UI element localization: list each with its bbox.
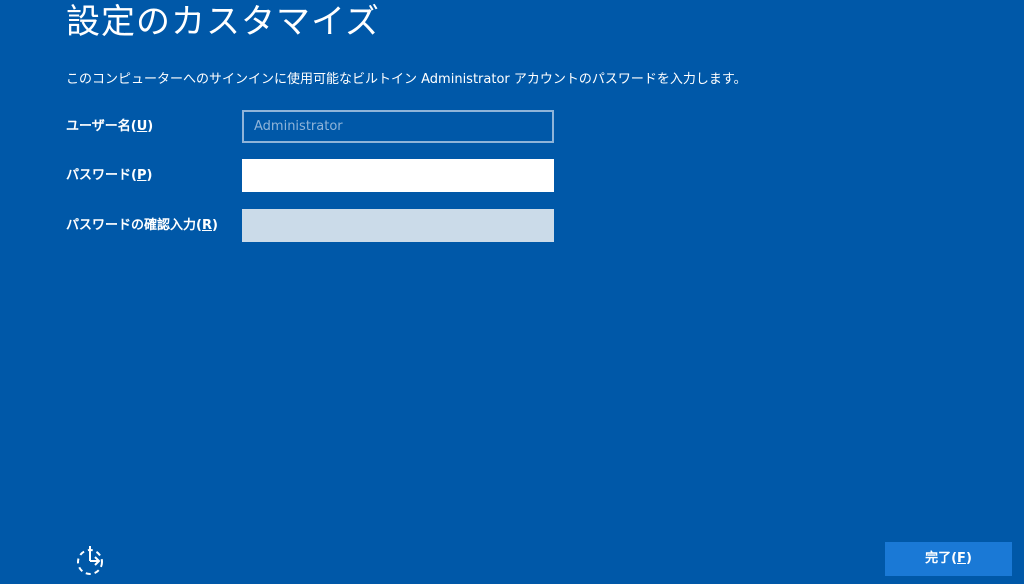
confirm-password-label: パスワードの確認入力(R) [66, 217, 218, 235]
finish-label: 完了( [925, 551, 958, 566]
username-field [242, 110, 554, 143]
password-field[interactable] [242, 159, 554, 192]
username-label: ユーザー名(U) [66, 118, 153, 136]
finish-accesskey: F [957, 551, 966, 566]
oobe-screen: 設定のカスタマイズ このコンピューターへのサインインに使用可能なビルトイン Ad… [0, 0, 1024, 584]
page-description: このコンピューターへのサインインに使用可能なビルトイン Administrato… [66, 72, 747, 87]
confirm-password-field[interactable] [242, 209, 554, 242]
finish-label-end: ) [965, 551, 972, 566]
username-label-end: ) [147, 119, 154, 134]
confirm-password-accesskey: R [201, 218, 212, 233]
confirm-password-label-text: パスワードの確認入力( [66, 218, 202, 233]
ease-of-access-icon-svg [77, 546, 103, 575]
ease-of-access-icon[interactable] [74, 542, 110, 578]
confirm-password-label-end: ) [211, 218, 218, 233]
username-label-text: ユーザー名( [66, 119, 137, 134]
finish-button[interactable]: 完了(F) [885, 542, 1012, 576]
password-label: パスワード(P) [66, 167, 152, 185]
password-label-text: パスワード( [66, 168, 137, 183]
password-label-end: ) [146, 168, 153, 183]
username-accesskey: U [136, 119, 148, 134]
page-title: 設定のカスタマイズ [66, 2, 380, 42]
